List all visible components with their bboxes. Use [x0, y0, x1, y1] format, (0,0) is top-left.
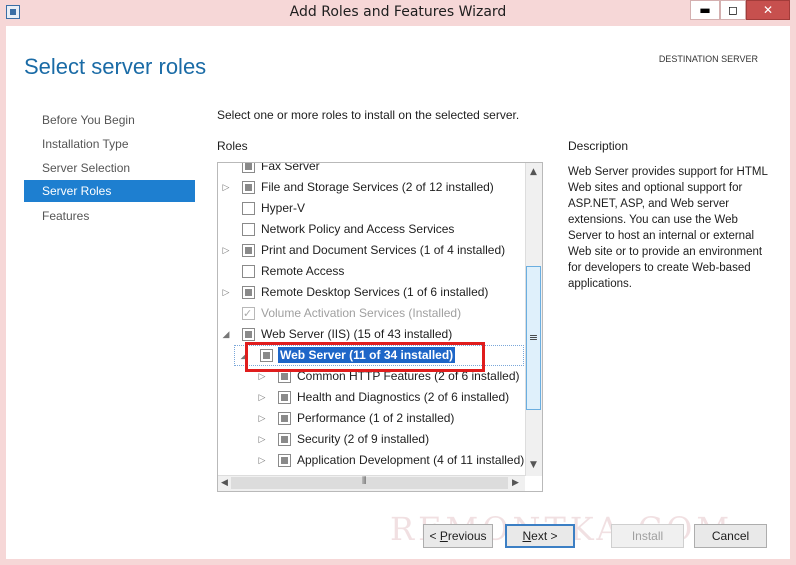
previous-prefix: < [429, 529, 440, 543]
window-frame-right [790, 26, 796, 565]
minimize-button[interactable]: ▬ [690, 0, 720, 20]
expand-arrow-icon[interactable]: ▷ [257, 429, 267, 449]
close-button[interactable]: ✕ [746, 0, 790, 20]
nav-item-before-you-begin[interactable]: Before You Begin [24, 109, 195, 131]
destination-server-label: DESTINATION SERVER [658, 54, 758, 64]
horizontal-grip-icon: ⦀ [362, 476, 367, 487]
collapse-arrow-icon[interactable]: ◢ [221, 324, 231, 344]
nav-item-server-selection[interactable]: Server Selection [24, 157, 195, 179]
window-frame-left [0, 26, 6, 565]
install-button: Install [611, 524, 684, 548]
cancel-button[interactable]: Cancel [694, 524, 767, 548]
scroll-right-icon[interactable]: ▶ [512, 478, 519, 488]
role-label: Remote Desktop Services (1 of 6 installe… [261, 285, 489, 299]
role-label: Remote Access [261, 264, 345, 278]
nav-item-installation-type[interactable]: Installation Type [24, 133, 195, 155]
next-accesskey: N [522, 529, 532, 543]
maximize-button[interactable]: ◻ [720, 0, 746, 20]
role-label: Application Development (4 of 11 install… [297, 453, 525, 467]
next-button[interactable]: Next > [505, 524, 575, 548]
role-checkbox[interactable] [242, 265, 255, 278]
expand-arrow-icon[interactable]: ▷ [221, 177, 231, 197]
role-label: Hyper-V [261, 201, 306, 215]
role-label: Security (2 of 9 installed) [297, 432, 430, 446]
role-checkbox[interactable] [242, 202, 255, 215]
next-suffix: ext > [531, 529, 558, 543]
role-label: Web Server (IIS) (15 of 43 installed) [261, 327, 453, 341]
role-checkbox[interactable] [242, 286, 255, 299]
nav-item-server-roles[interactable]: Server Roles [24, 180, 195, 202]
expand-arrow-icon[interactable]: ▷ [257, 450, 267, 470]
scroll-grip-icon: ≡ [528, 331, 539, 344]
role-label: Performance (1 of 2 installed) [297, 411, 455, 425]
window-title: Add Roles and Features Wizard [289, 4, 507, 20]
role-label: Volume Activation Services (Installed) [261, 306, 462, 320]
role-checkbox[interactable] [242, 181, 255, 194]
expand-arrow-icon[interactable]: ▷ [257, 387, 267, 407]
horizontal-scroll-thumb[interactable] [231, 477, 508, 489]
role-checkbox[interactable] [278, 454, 291, 467]
window-frame-bottom [0, 559, 796, 565]
role-label: Fax Server [261, 162, 320, 173]
nav-item-features[interactable]: Features [24, 205, 195, 227]
scroll-up-icon[interactable]: ▲ [526, 167, 541, 177]
expand-arrow-icon[interactable]: ▷ [257, 408, 267, 428]
role-checkbox[interactable] [242, 163, 255, 173]
previous-button[interactable]: < Previous [423, 524, 493, 548]
role-checkbox[interactable] [242, 223, 255, 236]
roles-tree[interactable]: Fax Server ▷ File and Storage Services (… [217, 162, 543, 492]
scroll-down-icon[interactable]: ▼ [526, 460, 541, 470]
role-checkbox[interactable] [242, 328, 255, 341]
role-label: File and Storage Services (2 of 12 insta… [261, 180, 494, 194]
role-label: Print and Document Services (1 of 4 inst… [261, 243, 506, 257]
description-label: Description [568, 139, 629, 153]
description-text: Web Server provides support for HTML Web… [568, 166, 768, 290]
roles-label: Roles [217, 139, 248, 153]
previous-suffix: revious [447, 529, 487, 543]
role-label: Network Policy and Access Services [261, 222, 455, 236]
scroll-left-icon[interactable]: ◀ [221, 478, 228, 488]
role-checkbox[interactable] [278, 412, 291, 425]
instructions-text: Select one or more roles to install on t… [217, 108, 520, 122]
expand-arrow-icon[interactable]: ▷ [221, 282, 231, 302]
role-checkbox [242, 304, 255, 324]
expand-arrow-icon[interactable]: ▷ [221, 240, 231, 260]
previous-accesskey: P [439, 529, 448, 543]
role-checkbox[interactable] [278, 433, 291, 446]
red-highlight-box [245, 342, 485, 372]
role-checkbox[interactable] [242, 244, 255, 257]
page-title: Select server roles [24, 54, 207, 79]
role-label: Health and Diagnostics (2 of 6 installed… [297, 390, 510, 404]
role-checkbox[interactable] [278, 391, 291, 404]
